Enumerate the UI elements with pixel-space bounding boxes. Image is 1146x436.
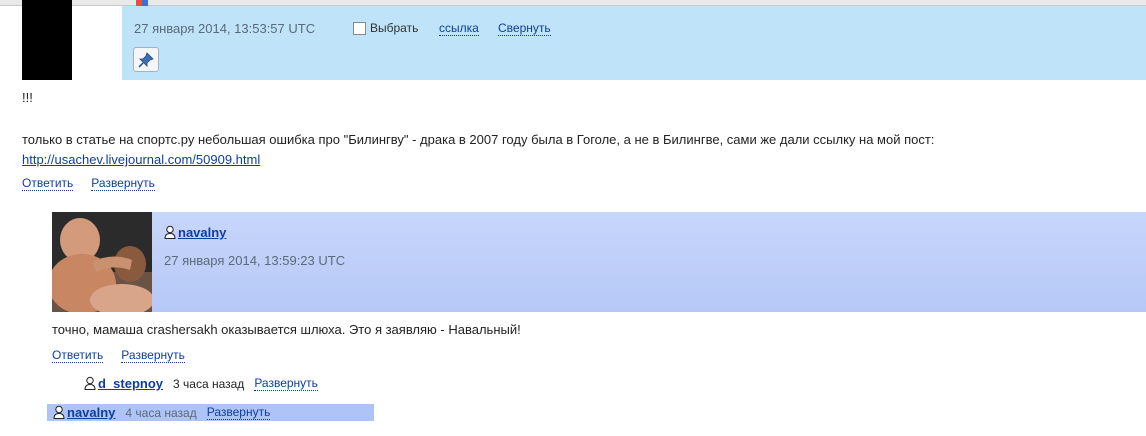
comment-text: только в статье на спортс.ру небольшая о…: [22, 132, 935, 147]
expand-link[interactable]: Развернуть: [254, 376, 318, 391]
reply-author: navalny: [53, 405, 115, 420]
username-link[interactable]: navalny: [178, 225, 226, 240]
comment-date: 27 января 2014, 13:53:57 UTC: [134, 21, 316, 36]
comment-header: navalny 27 января 2014, 13:59:23 UTC: [152, 212, 1146, 312]
wrestlers-userpic: [52, 212, 152, 312]
expand-link[interactable]: Развернуть: [206, 405, 271, 420]
user-icon[interactable]: [164, 225, 176, 239]
comment-text: точно, мамаша crashersakh оказывается шл…: [52, 322, 521, 337]
commenter-avatar[interactable]: [22, 0, 72, 80]
time-ago: 3 часа назад: [173, 376, 245, 391]
userpic-avatar[interactable]: [52, 212, 152, 312]
username-link[interactable]: navalny: [67, 405, 115, 420]
user-icon[interactable]: [84, 376, 96, 390]
expand-link[interactable]: Развернуть: [91, 176, 155, 191]
user-icon[interactable]: [53, 405, 65, 419]
reply-author: d_stepnoy: [84, 376, 163, 391]
comment-text-line1: !!!: [22, 90, 33, 105]
select-label: Выбрать: [370, 21, 419, 35]
checkbox-icon[interactable]: [353, 21, 366, 35]
collapse-link[interactable]: Свернуть: [498, 21, 551, 36]
collapsed-reply-highlighted: navalny 4 часа назад Развернуть: [47, 404, 374, 421]
comment-actions: Ответить Развернуть: [22, 176, 155, 191]
expand-link[interactable]: Развернуть: [121, 348, 185, 363]
pin-button[interactable]: [133, 47, 159, 72]
time-ago: 4 часа назад: [125, 405, 197, 420]
select-checkbox[interactable]: Выбрать: [353, 21, 418, 35]
flag-icon: [136, 0, 148, 6]
collapsed-reply: d_stepnoy 3 часа назад Развернуть: [84, 376, 318, 391]
reply-link[interactable]: Ответить: [52, 348, 104, 363]
livejournal-link[interactable]: http://usachev.livejournal.com/50909.htm…: [22, 152, 260, 167]
comment-header: 27 января 2014, 13:53:57 UTC Выбрать ссы…: [122, 0, 1146, 80]
permalink-link[interactable]: ссылка: [439, 21, 479, 36]
comment-author: navalny: [164, 225, 226, 240]
pin-icon: [138, 51, 154, 68]
username-link[interactable]: d_stepnoy: [98, 376, 163, 391]
comment-date: 27 января 2014, 13:59:23 UTC: [164, 253, 346, 268]
reply-link[interactable]: Ответить: [22, 176, 74, 191]
comment-text-body: только в статье на спортс.ру небольшая о…: [22, 130, 1072, 170]
comment-actions: Ответить Развернуть: [52, 348, 185, 363]
